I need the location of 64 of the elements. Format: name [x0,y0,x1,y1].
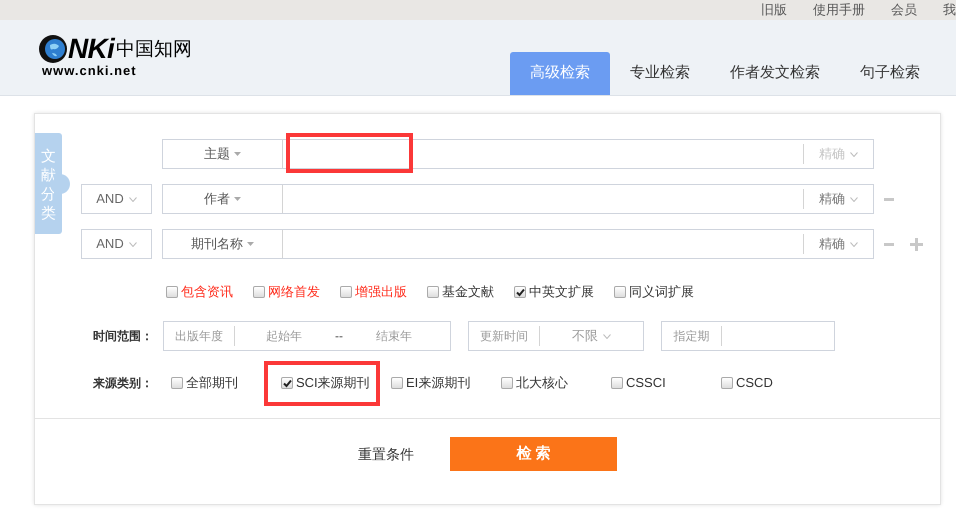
top-link[interactable]: 会员 [891,0,917,20]
field-dropdown[interactable]: 作者 [163,185,283,213]
remove-icon[interactable] [884,242,894,246]
chevron-down-icon [850,152,858,156]
tab[interactable]: 作者发文检索 [710,52,840,95]
end-year-input[interactable]: 结束年 [345,327,443,345]
chevron-down-icon [128,242,137,246]
checkbox[interactable] [427,286,439,298]
caret-icon [234,197,241,201]
match-dropdown[interactable]: 精确 [803,189,873,209]
chevron-down-icon [603,334,611,338]
option-label: 增强出版 [355,283,407,302]
option-label: EI来源期刊 [406,374,470,392]
option-label: 全部期刊 [186,374,238,392]
top-link[interactable]: 使用手册 [813,0,865,20]
option-label: 同义词扩展 [629,283,694,302]
chevron-down-icon [850,196,858,202]
checkbox[interactable] [281,377,293,389]
checkbox[interactable] [171,377,183,389]
logic-dropdown[interactable]: AND [81,184,152,214]
range-separator: -- [334,328,344,345]
chevron-down-icon [128,196,137,202]
start-year-input[interactable]: 起始年 [235,327,333,345]
checkbox[interactable] [514,286,526,298]
option-label: 网络首发 [268,283,320,302]
caret-icon [234,152,241,156]
checkbox[interactable] [340,286,352,298]
option-label: CSSCI [626,374,666,392]
logo-text: NKi [68,35,114,63]
option-label: 包含资讯 [181,283,233,302]
field-dropdown[interactable]: 期刊名称 [163,230,283,258]
top-link[interactable]: 我 [943,0,956,20]
option-label: SCI来源期刊 [296,374,370,392]
reset-button[interactable]: 重置条件 [356,444,416,464]
field-label: 来源类别： [93,375,154,392]
tab[interactable]: 句子检索 [840,52,940,95]
tab[interactable]: 专业检索 [610,52,710,95]
checkbox[interactable] [391,377,403,389]
chevron-down-icon [850,242,858,246]
match-dropdown[interactable]: 精确 [803,234,873,254]
checkbox[interactable] [501,377,513,389]
field-caption: 指定期 [662,326,722,346]
option-label: 北大核心 [516,374,568,392]
checkbox[interactable] [614,286,626,298]
add-icon[interactable] [910,238,923,250]
field-caption: 出版年度 [164,326,235,346]
year-range-field[interactable]: 出版年度 起始年 -- 结束年 [163,321,451,351]
top-link[interactable]: 旧版 [761,0,787,20]
field-dropdown[interactable]: 主题 [163,140,283,168]
checkbox[interactable] [721,377,733,389]
field-label: 时间范围： [93,328,154,345]
logo-name: 中国知网 [116,40,192,58]
remove-icon[interactable] [884,198,894,200]
field-caption: 更新时间 [469,326,540,346]
option-label: 基金文献 [442,283,494,302]
logic-dropdown[interactable]: AND [81,229,152,259]
caret-icon [247,242,254,246]
option-label: 中英文扩展 [529,283,594,302]
checkbox[interactable] [166,286,178,298]
logo-url: www.cnki.net [42,64,138,77]
globe-icon [38,34,68,64]
checkbox[interactable] [611,377,623,389]
checkbox[interactable] [253,286,265,298]
option-label: CSCD [736,374,773,392]
